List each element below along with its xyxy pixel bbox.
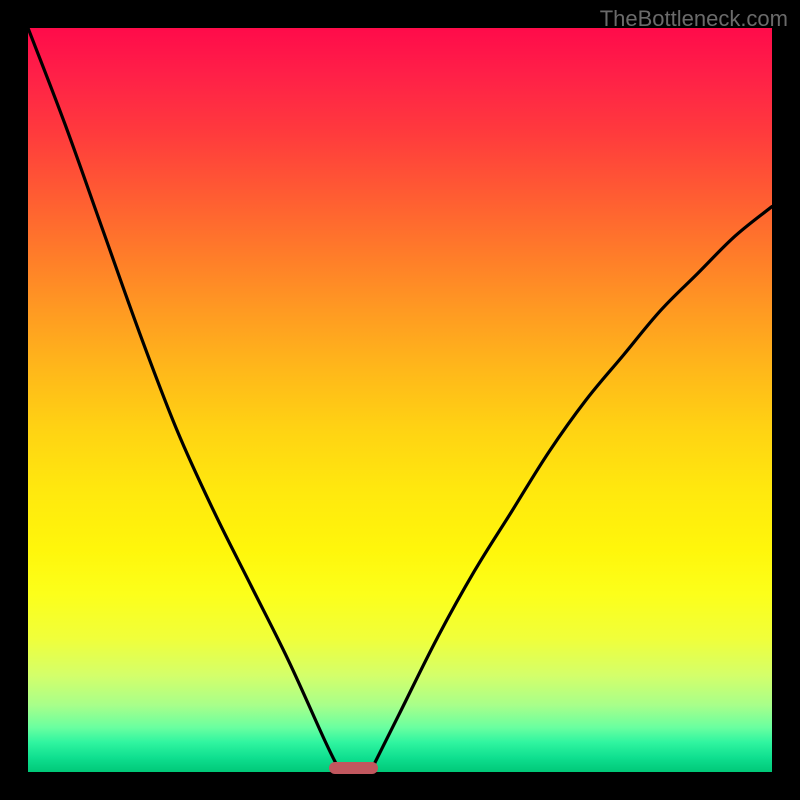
curve-left — [28, 28, 340, 772]
chart-plot-area — [28, 28, 772, 772]
watermark-text: TheBottleneck.com — [600, 6, 788, 32]
chart-bottom-marker — [329, 762, 377, 774]
chart-curves-svg — [28, 28, 772, 772]
curve-right — [370, 207, 772, 772]
